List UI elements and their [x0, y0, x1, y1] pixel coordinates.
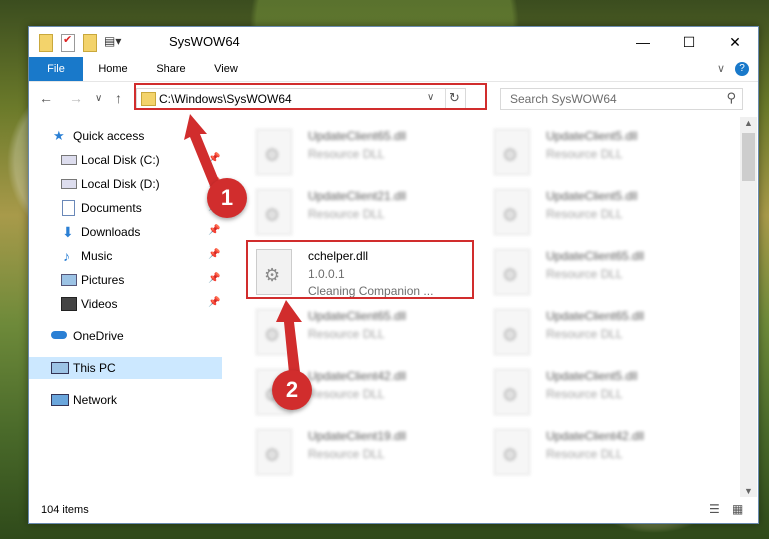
step-1-badge: 1: [207, 178, 247, 218]
arrow-icon: [276, 300, 302, 373]
arrow-icon: [184, 114, 222, 191]
step-2-badge: 2: [272, 370, 312, 410]
annotation-arrows: [184, 114, 302, 373]
